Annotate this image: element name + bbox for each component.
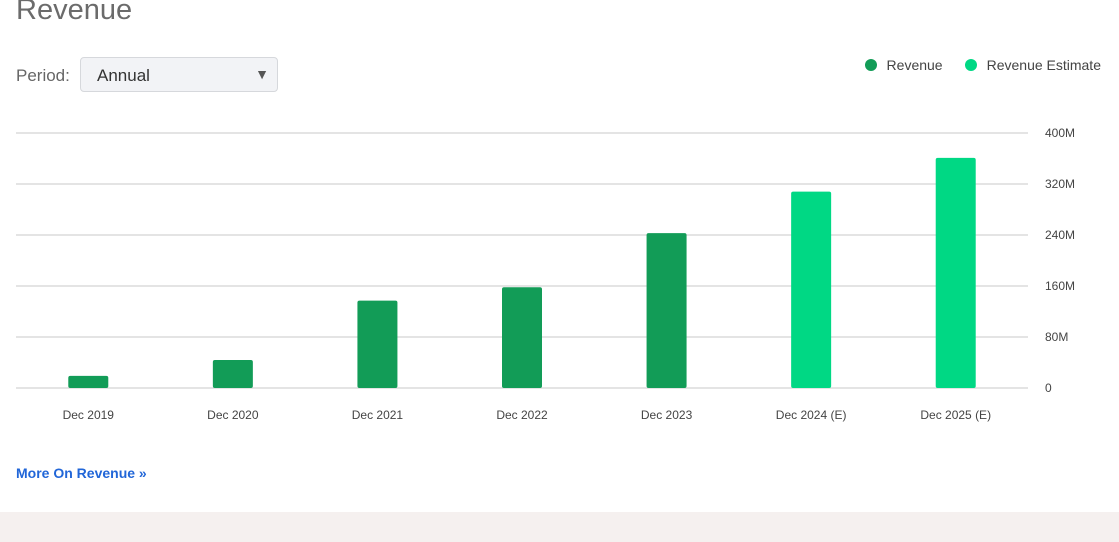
y-tick-label: 240M [1045, 228, 1075, 242]
bar-revenue[interactable] [357, 300, 398, 388]
more-on-revenue-link[interactable]: More On Revenue » [16, 465, 147, 481]
revenue-chart: 0 80M 160M 240M 320M 400M Dec 2019 Dec 2020 Dec … [16, 126, 1075, 422]
y-tick-label: 160M [1045, 279, 1075, 293]
bar-revenue[interactable] [212, 359, 253, 388]
y-tick-label: 0 [1045, 381, 1052, 395]
bar-estimate[interactable] [791, 191, 832, 388]
bar-revenue[interactable] [646, 233, 687, 388]
bar-revenue[interactable] [68, 375, 109, 388]
bar-revenue[interactable] [502, 287, 542, 388]
x-tick-label: Dec 2025 (E) [920, 408, 991, 422]
x-tick-label: Dec 2020 [207, 408, 259, 422]
y-tick-label: 80M [1045, 330, 1068, 344]
y-tick-label: 400M [1045, 126, 1075, 140]
bar-estimate[interactable] [935, 157, 976, 388]
x-tick-label: Dec 2024 (E) [776, 408, 847, 422]
footer-band [0, 512, 1119, 542]
x-tick-label: Dec 2021 [352, 408, 404, 422]
x-tick-label: Dec 2019 [63, 408, 115, 422]
x-tick-label: Dec 2022 [496, 408, 548, 422]
y-tick-label: 320M [1045, 177, 1075, 191]
x-tick-label: Dec 2023 [641, 408, 693, 422]
